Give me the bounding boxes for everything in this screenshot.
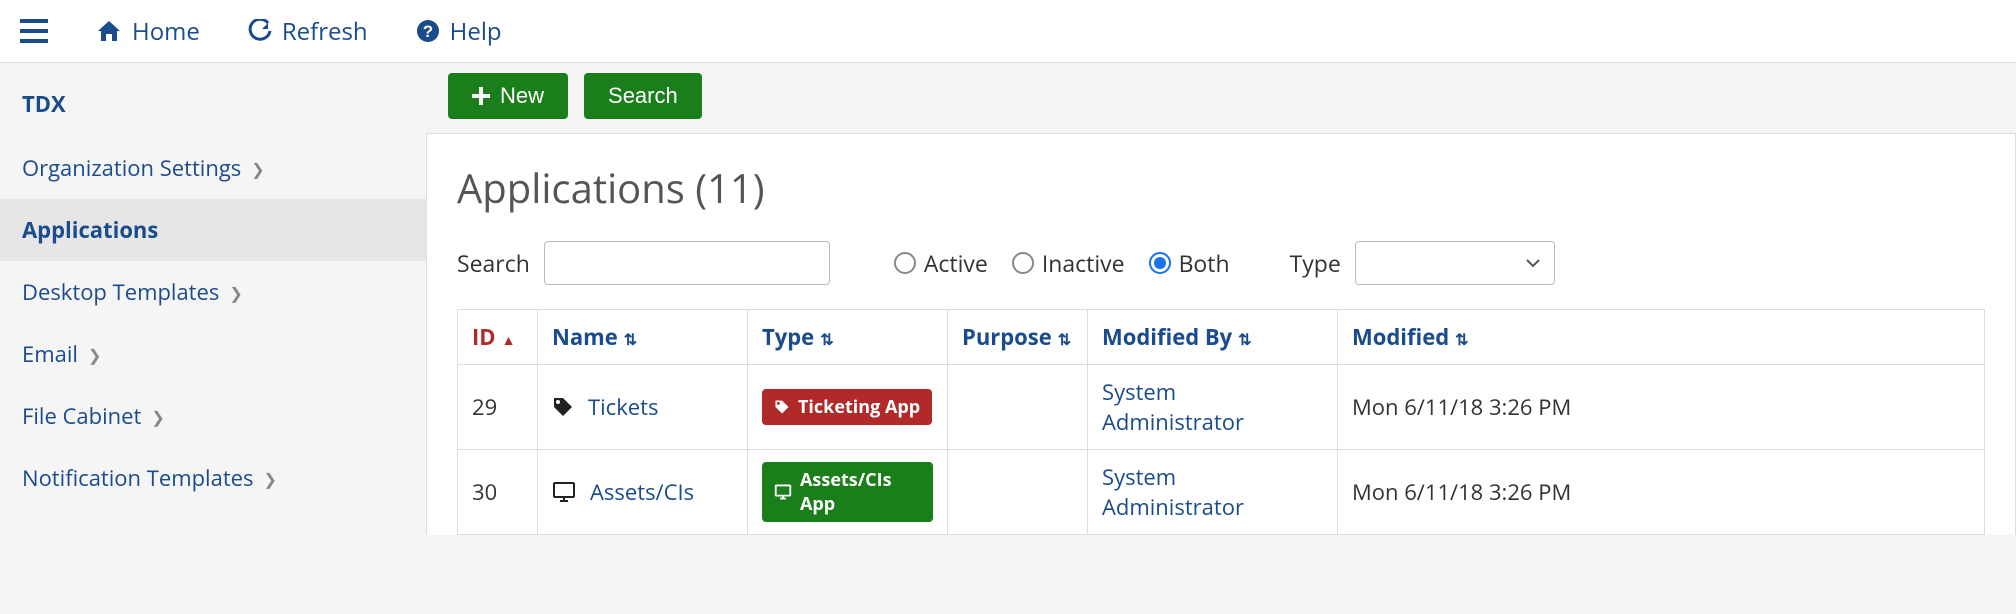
new-button[interactable]: New: [448, 73, 568, 119]
radio-icon: [1149, 252, 1171, 274]
type-badge: Assets/CIs App: [762, 462, 933, 522]
radio-label: Both: [1179, 247, 1230, 279]
cell-modified: Mon 6/11/18 3:26 PM: [1338, 450, 1985, 535]
content-panel: Applications (11) Search Active Inactive: [426, 133, 2016, 535]
radio-both[interactable]: Both: [1149, 247, 1230, 279]
page-title: Applications (11): [457, 160, 1985, 215]
cell-id: 29: [458, 365, 538, 450]
tag-icon: [552, 396, 574, 418]
cell-id: 30: [458, 450, 538, 535]
sort-icon: ⇅: [1058, 328, 1071, 350]
home-icon: [96, 19, 122, 43]
column-header-modified[interactable]: Modified⇅: [1338, 310, 1985, 365]
filter-row: Search Active Inactive Bo: [457, 241, 1985, 285]
sidebar-item-applications[interactable]: Applications: [0, 199, 426, 261]
cell-type: Ticketing App: [748, 365, 948, 450]
radio-inactive[interactable]: Inactive: [1012, 247, 1125, 279]
chevron-right-icon: ❯: [251, 158, 264, 180]
cell-purpose: [948, 365, 1088, 450]
modified-by-link[interactable]: System Administrator: [1102, 377, 1244, 437]
sidebar-item-label: Applications: [22, 215, 158, 245]
chevron-right-icon: ❯: [264, 468, 277, 490]
column-header-type[interactable]: Type⇅: [748, 310, 948, 365]
home-label: Home: [132, 15, 200, 48]
cell-modified-by: System Administrator: [1088, 365, 1338, 450]
modified-by-link[interactable]: System Administrator: [1102, 462, 1244, 522]
table-row: 29 Tickets: [458, 365, 1985, 450]
radio-icon: [894, 252, 916, 274]
sort-icon: ⇅: [1455, 328, 1468, 350]
cell-modified: Mon 6/11/18 3:26 PM: [1338, 365, 1985, 450]
radio-active[interactable]: Active: [894, 247, 988, 279]
sort-icon: ⇅: [624, 328, 637, 350]
new-label: New: [500, 83, 544, 109]
cell-modified-by: System Administrator: [1088, 450, 1338, 535]
chevron-right-icon: ❯: [229, 282, 242, 304]
refresh-link[interactable]: Refresh: [248, 15, 368, 48]
sidebar-item-label: Desktop Templates: [22, 277, 219, 307]
column-header-id[interactable]: ID▲: [458, 310, 538, 365]
cell-type: Assets/CIs App: [748, 450, 948, 535]
help-icon: ?: [416, 19, 440, 43]
search-button[interactable]: Search: [584, 73, 702, 119]
sidebar-item-desktop-templates[interactable]: Desktop Templates ❯: [0, 261, 426, 323]
monitor-icon: [552, 481, 576, 503]
search-label: Search: [608, 83, 678, 109]
plus-icon: [472, 87, 490, 105]
table-row: 30 Assets/CIs: [458, 450, 1985, 535]
name-link[interactable]: Assets/CIs: [590, 477, 694, 507]
help-link[interactable]: ? Help: [416, 15, 502, 48]
radio-icon: [1012, 252, 1034, 274]
search-input[interactable]: [544, 241, 830, 285]
sidebar-item-notification-templates[interactable]: Notification Templates ❯: [0, 447, 426, 509]
radio-label: Active: [924, 247, 988, 279]
column-header-modified-by[interactable]: Modified By⇅: [1088, 310, 1338, 365]
column-header-name[interactable]: Name⇅: [538, 310, 748, 365]
chevron-right-icon: ❯: [88, 344, 101, 366]
cell-name: Tickets: [538, 365, 748, 450]
top-nav-bar: Home Refresh ? Help: [0, 0, 2016, 63]
name-link[interactable]: Tickets: [588, 392, 658, 422]
monitor-icon: [774, 484, 792, 500]
column-header-purpose[interactable]: Purpose⇅: [948, 310, 1088, 365]
radio-label: Inactive: [1042, 247, 1125, 279]
sidebar-item-organization-settings[interactable]: Organization Settings ❯: [0, 137, 426, 199]
type-field-label: Type: [1290, 247, 1341, 279]
sidebar-item-label: Organization Settings: [22, 153, 241, 183]
brand-label: TDX: [0, 81, 426, 137]
type-badge: Ticketing App: [762, 389, 932, 425]
search-field-label: Search: [457, 247, 530, 279]
sort-asc-icon: ▲: [502, 331, 516, 350]
chevron-down-icon: [1526, 258, 1540, 268]
tag-icon: [774, 399, 790, 415]
chevron-right-icon: ❯: [151, 406, 164, 428]
sidebar-item-label: Notification Templates: [22, 463, 254, 493]
sidebar-item-label: File Cabinet: [22, 401, 141, 431]
sort-icon: ⇅: [820, 328, 833, 350]
sidebar-item-file-cabinet[interactable]: File Cabinet ❯: [0, 385, 426, 447]
main-content: New Search Applications (11) Search Acti…: [426, 63, 2016, 535]
sidebar-item-email[interactable]: Email ❯: [0, 323, 426, 385]
refresh-icon: [248, 19, 272, 43]
home-link[interactable]: Home: [96, 15, 200, 48]
refresh-label: Refresh: [282, 15, 368, 48]
svg-text:?: ?: [422, 22, 432, 41]
cell-purpose: [948, 450, 1088, 535]
cell-name: Assets/CIs: [538, 450, 748, 535]
sort-icon: ⇅: [1238, 328, 1251, 350]
menu-toggle-icon[interactable]: [20, 19, 48, 43]
sidebar-item-label: Email: [22, 339, 78, 369]
sidebar: TDX Organization Settings ❯ Applications…: [0, 63, 426, 535]
action-toolbar: New Search: [426, 73, 2016, 133]
help-label: Help: [450, 15, 502, 48]
type-select[interactable]: [1355, 241, 1555, 285]
status-radio-group: Active Inactive Both: [894, 247, 1230, 279]
applications-table: ID▲ Name⇅ Type⇅ Purpose⇅: [457, 309, 1985, 535]
